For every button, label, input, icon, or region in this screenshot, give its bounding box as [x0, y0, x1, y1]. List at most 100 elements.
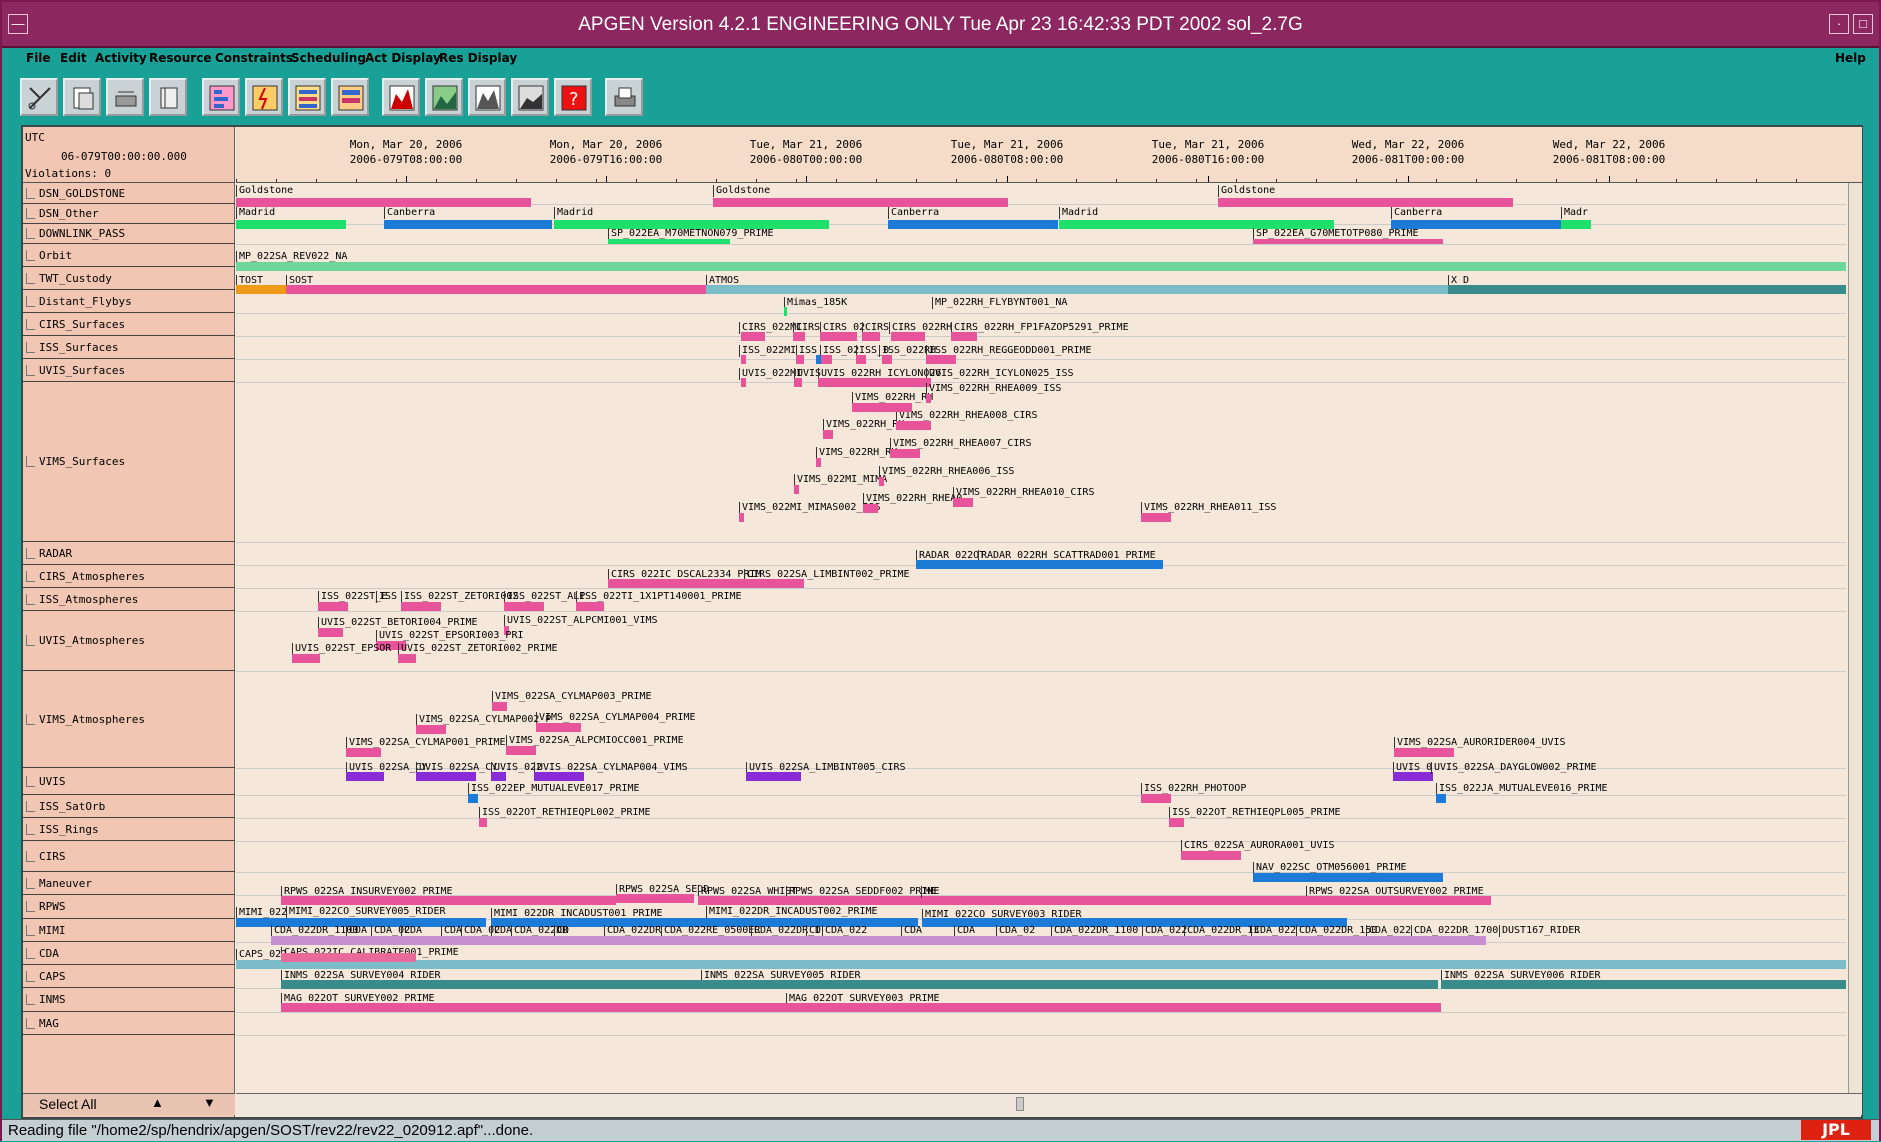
activity-bar[interactable]: [701, 980, 1438, 989]
row-inms[interactable]: INMS: [23, 988, 235, 1012]
activity-bar[interactable]: [706, 285, 1448, 294]
row-checkbox[interactable]: [26, 272, 35, 284]
activity-bar[interactable]: [1436, 794, 1446, 803]
row-vims-atmospheres[interactable]: VIMS_Atmospheres: [23, 671, 235, 768]
activity-bar[interactable]: [318, 628, 343, 637]
eraser-icon[interactable]: [106, 78, 144, 116]
activity-bar[interactable]: [271, 936, 1486, 945]
row-checkbox[interactable]: [26, 341, 35, 353]
activity-bar[interactable]: [879, 477, 884, 486]
activity-bar[interactable]: [951, 332, 977, 341]
activity-bar[interactable]: [739, 513, 744, 522]
row-dsn-goldstone[interactable]: DSN_GOLDSTONE: [23, 183, 235, 204]
row-checkbox[interactable]: [26, 570, 35, 582]
select-all-button[interactable]: Select All: [39, 1096, 97, 1112]
activity-bar[interactable]: [924, 896, 1306, 905]
row-checkbox[interactable]: [26, 593, 35, 605]
help-icon[interactable]: ?: [554, 78, 592, 116]
activity-bar[interactable]: [896, 421, 931, 430]
activity-bar[interactable]: [926, 394, 931, 403]
row-maneuver[interactable]: Maneuver: [23, 872, 235, 895]
activity-bar[interactable]: [1394, 748, 1454, 757]
activity-bar[interactable]: [784, 307, 787, 316]
chart-dark-icon[interactable]: [511, 78, 549, 116]
activity-bar[interactable]: [820, 332, 857, 341]
activity-bar[interactable]: [926, 355, 956, 364]
activity-bar[interactable]: [816, 458, 821, 467]
activity-bar[interactable]: [741, 355, 746, 364]
activity-bar[interactable]: [852, 403, 912, 412]
activity-bar[interactable]: [468, 794, 478, 803]
row-checkbox[interactable]: [26, 228, 35, 239]
row-cirs[interactable]: CIRS: [23, 841, 235, 872]
activity-bar[interactable]: [281, 953, 416, 962]
activity-bar[interactable]: [401, 602, 441, 611]
row-cirs-atmospheres[interactable]: CIRS_Atmospheres: [23, 565, 235, 588]
row-checkbox[interactable]: [26, 994, 35, 1005]
scissors-icon[interactable]: [20, 78, 58, 116]
scroll-down-icon[interactable]: ▼: [203, 1095, 216, 1110]
activity-bar[interactable]: [786, 1003, 1441, 1012]
row-checkbox[interactable]: [26, 318, 35, 330]
row-radar[interactable]: RADAR: [23, 542, 235, 565]
activity-bar[interactable]: [506, 746, 536, 755]
row-checkbox[interactable]: [26, 547, 35, 559]
window-menu-icon[interactable]: —: [8, 14, 28, 34]
chart-red-icon[interactable]: [382, 78, 420, 116]
row-rpws[interactable]: RPWS: [23, 895, 235, 919]
row-uvis[interactable]: UVIS: [23, 768, 235, 795]
activity-bar[interactable]: [816, 355, 821, 364]
activity-bar[interactable]: [794, 378, 802, 387]
row-uvis-surfaces[interactable]: UVIS_Surfaces: [23, 359, 235, 382]
activity-bar[interactable]: [534, 772, 584, 781]
menu-edit[interactable]: Edit: [60, 51, 87, 65]
menu-help[interactable]: Help: [1835, 51, 1866, 65]
row-mimi[interactable]: MIMI: [23, 919, 235, 942]
activity-bar[interactable]: [856, 355, 866, 364]
activity-bar[interactable]: [1561, 220, 1591, 229]
row-checkbox[interactable]: [26, 823, 35, 835]
legend-grid-icon[interactable]: [202, 78, 240, 116]
activity-bar[interactable]: [882, 355, 892, 364]
scroll-thumb[interactable]: [1016, 1097, 1024, 1111]
activity-bar[interactable]: [286, 285, 706, 294]
activity-bar[interactable]: [236, 960, 1846, 969]
paste-icon[interactable]: [63, 78, 101, 116]
row-checkbox[interactable]: [26, 924, 35, 936]
activity-bar[interactable]: [236, 220, 346, 229]
chart-mountain-icon[interactable]: [468, 78, 506, 116]
menu-scheduling[interactable]: Scheduling: [291, 51, 366, 65]
row-uvis-atmospheres[interactable]: UVIS_Atmospheres: [23, 611, 235, 671]
row-checkbox[interactable]: [26, 877, 35, 889]
activity-bar[interactable]: [1393, 772, 1433, 781]
row-checkbox[interactable]: [26, 1017, 35, 1029]
legend-stack-icon[interactable]: [331, 78, 369, 116]
activity-bar[interactable]: [916, 560, 978, 569]
row-checkbox[interactable]: [26, 208, 35, 219]
activity-bar[interactable]: [398, 654, 416, 663]
activity-bar[interactable]: [536, 723, 581, 732]
row-iss-satorb[interactable]: ISS_SatOrb: [23, 795, 235, 818]
row-vims-surfaces[interactable]: VIMS_Surfaces: [23, 382, 235, 542]
vertical-scrollbar[interactable]: [1848, 183, 1862, 1093]
activity-bar[interactable]: [1306, 896, 1491, 905]
activity-bar[interactable]: [281, 980, 701, 989]
row-caps[interactable]: CAPS: [23, 965, 235, 988]
row-iss-surfaces[interactable]: ISS_Surfaces: [23, 336, 235, 359]
activity-bar[interactable]: [236, 262, 1846, 271]
activity-bar[interactable]: [698, 896, 924, 905]
row-downlink-pass[interactable]: DOWNLINK_PASS: [23, 224, 235, 244]
activity-bar[interactable]: [888, 220, 1058, 229]
row-checkbox[interactable]: [26, 295, 35, 307]
legend-bars-icon[interactable]: [288, 78, 326, 116]
activity-bar[interactable]: [863, 504, 878, 513]
row-checkbox[interactable]: [26, 249, 35, 261]
activity-bar[interactable]: [746, 772, 801, 781]
activity-bar[interactable]: [741, 378, 746, 387]
activity-bar[interactable]: [862, 332, 880, 341]
activity-bar[interactable]: [1141, 794, 1171, 803]
scroll-up-icon[interactable]: ▲: [151, 1095, 164, 1110]
activity-bar[interactable]: [741, 332, 765, 341]
row-checkbox[interactable]: [26, 970, 35, 982]
activity-bar[interactable]: [236, 198, 531, 207]
